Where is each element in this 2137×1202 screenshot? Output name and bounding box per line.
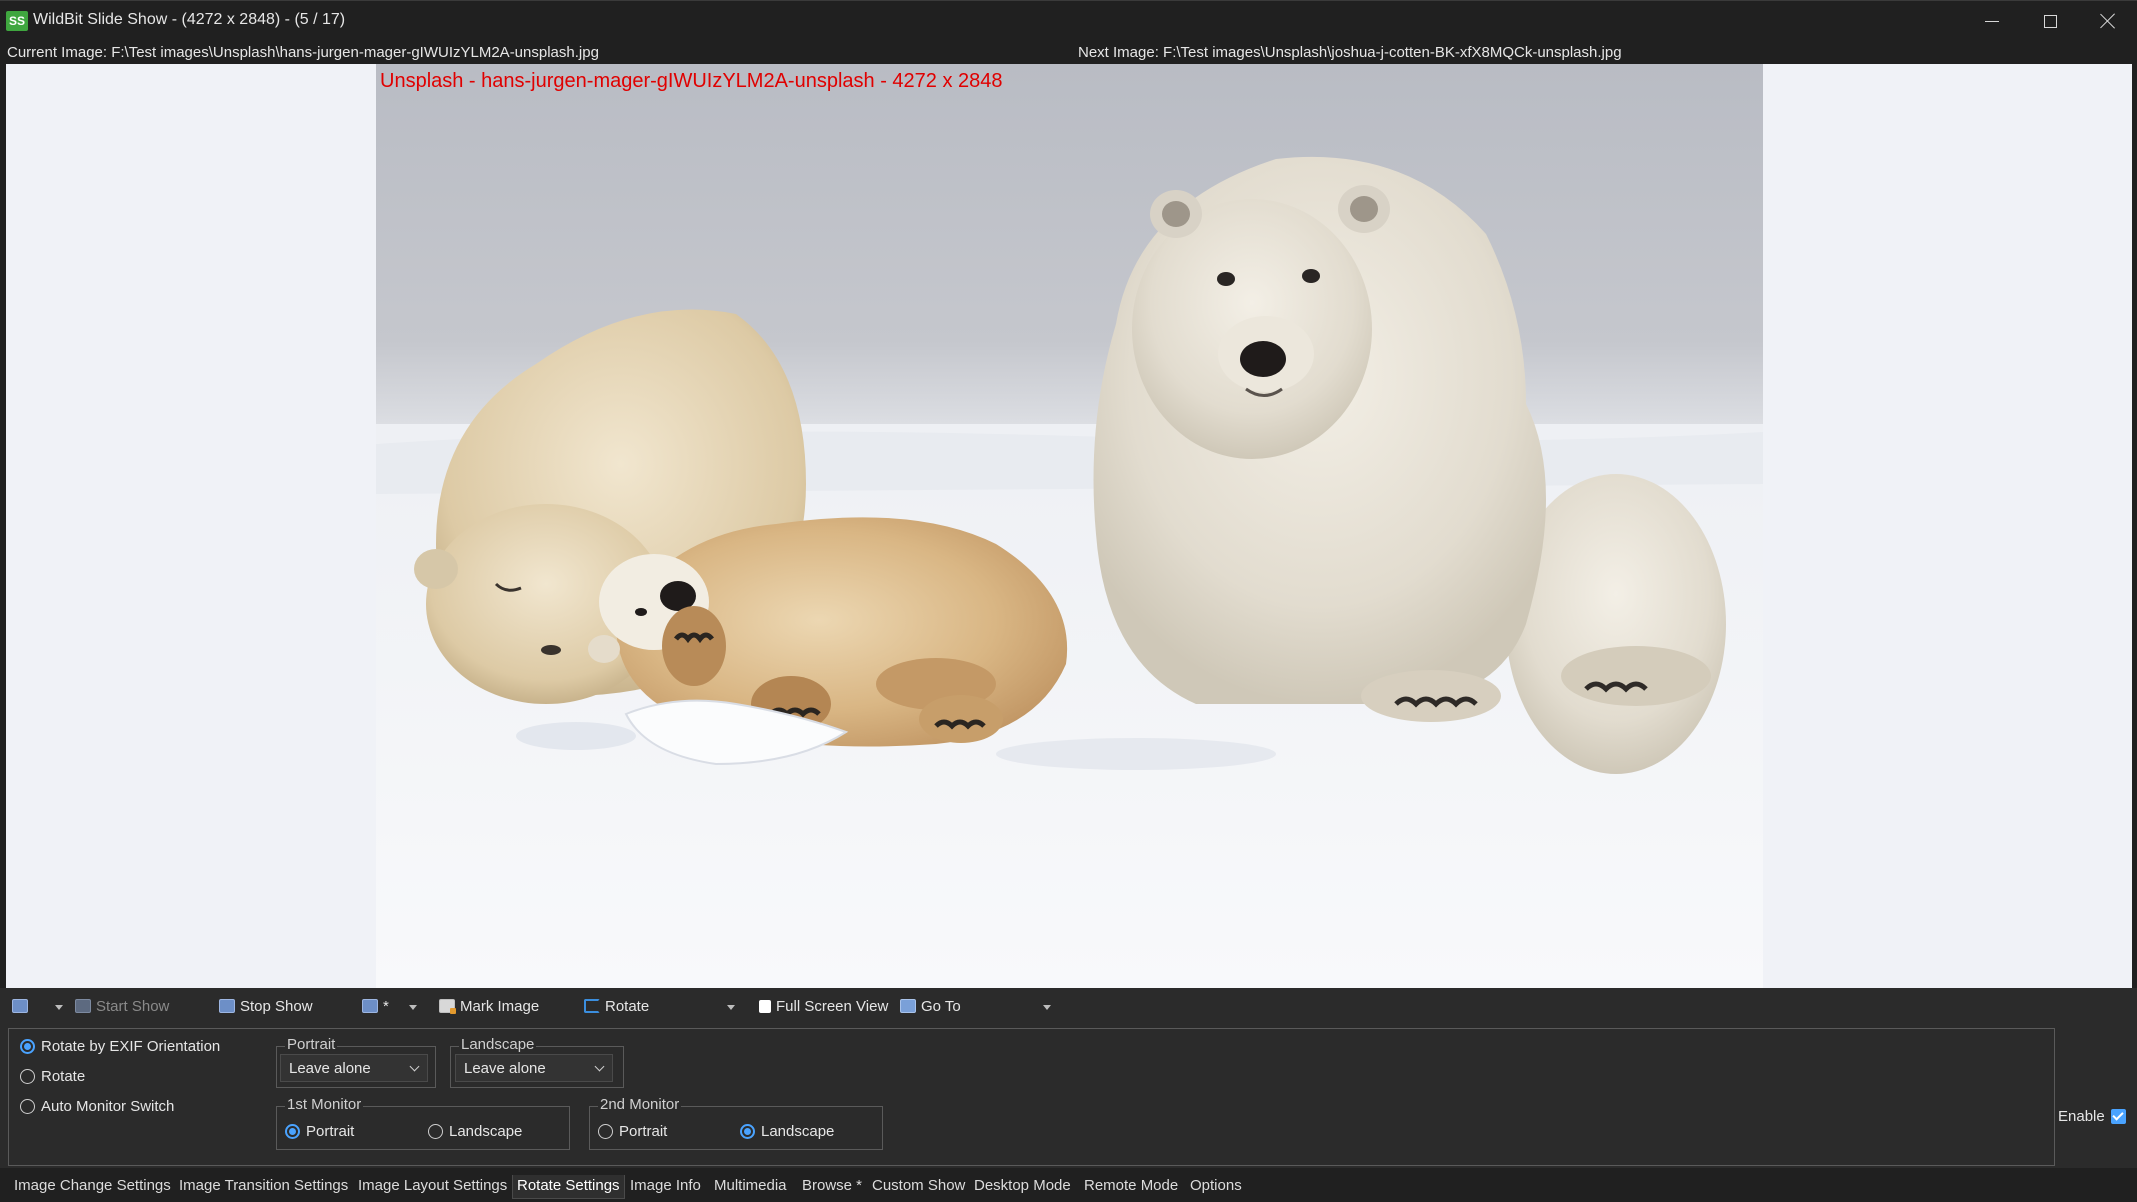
tab-options[interactable]: Options xyxy=(1186,1175,1246,1199)
maximize-button[interactable] xyxy=(2021,1,2079,41)
polar-bears-photo xyxy=(376,156,1763,988)
monitor2-radio-portrait[interactable]: Portrait xyxy=(598,1123,667,1140)
close-icon xyxy=(2100,13,2116,29)
rotate-button[interactable]: Rotate xyxy=(584,996,649,1016)
close-button[interactable] xyxy=(2079,1,2137,41)
tab-custom-show[interactable]: Custom Show xyxy=(868,1175,969,1199)
monitor1-radio-portrait[interactable]: Portrait xyxy=(285,1123,354,1140)
minimize-icon xyxy=(1985,20,1999,22)
radio-indicator xyxy=(740,1124,755,1139)
next-image-path: Next Image: F:\Test images\Unsplash\josh… xyxy=(1078,44,1622,61)
settings-tab-bar: Image Change Settings Image Transition S… xyxy=(0,1168,2137,1202)
tab-rotate-settings[interactable]: Rotate Settings xyxy=(512,1175,625,1199)
rotate-icon xyxy=(584,999,600,1013)
radio-indicator xyxy=(20,1069,35,1084)
radio-indicator xyxy=(428,1124,443,1139)
radio-label: Portrait xyxy=(306,1123,355,1140)
mark-image-button[interactable]: Mark Image xyxy=(439,996,539,1016)
radio-label: Landscape xyxy=(761,1123,835,1140)
radio-label: Portrait xyxy=(619,1123,668,1140)
stop-show-icon xyxy=(219,999,235,1013)
slideshow-screen-icon xyxy=(362,999,378,1013)
radio-auto-monitor-switch[interactable]: Auto Monitor Switch xyxy=(20,1098,174,1115)
maximize-icon xyxy=(2043,14,2057,28)
radio-rotate-exif[interactable]: Rotate by EXIF Orientation xyxy=(20,1038,220,1055)
landscape-select[interactable]: Leave alone xyxy=(455,1054,613,1082)
slideshow-screen-icon xyxy=(12,999,28,1013)
chevron-down-icon[interactable] xyxy=(727,1005,735,1010)
radio-indicator xyxy=(285,1124,300,1139)
chevron-down-icon[interactable] xyxy=(409,1005,417,1010)
tab-image-transition-settings[interactable]: Image Transition Settings xyxy=(175,1175,352,1199)
radio-label: Landscape xyxy=(449,1123,523,1140)
slideshow-display[interactable]: Unsplash - hans-jurgen-mager-gIWUIzYLM2A… xyxy=(6,64,2132,988)
app-icon: SS xyxy=(6,11,28,31)
tab-image-info[interactable]: Image Info xyxy=(626,1175,705,1199)
start-show-button[interactable]: Start Show xyxy=(75,996,169,1016)
monitor1-group-label: 1st Monitor xyxy=(285,1096,364,1113)
mark-image-label: Mark Image xyxy=(460,997,540,1015)
portrait-select[interactable]: Leave alone xyxy=(280,1054,428,1082)
tab-multimedia[interactable]: Multimedia xyxy=(710,1175,791,1199)
tab-image-layout-settings[interactable]: Image Layout Settings xyxy=(354,1175,511,1199)
start-show-label: Start Show xyxy=(96,997,170,1015)
stop-show-label: Stop Show xyxy=(240,997,313,1015)
path-bar: Current Image: F:\Test images\Unsplash\h… xyxy=(0,40,2137,64)
monitor2-group-label: 2nd Monitor xyxy=(598,1096,682,1113)
checkbox-checked-icon xyxy=(2110,1109,2126,1124)
full-screen-icon xyxy=(759,999,771,1013)
radio-label: Auto Monitor Switch xyxy=(41,1098,175,1115)
portrait-group-label: Portrait xyxy=(285,1036,338,1053)
title-bar: SS WildBit Slide Show - (4272 x 2848) - … xyxy=(0,0,2137,40)
tab-browse[interactable]: Browse * xyxy=(798,1175,866,1199)
tab-remote-mode[interactable]: Remote Mode xyxy=(1080,1175,1182,1199)
full-screen-label: Full Screen View xyxy=(776,997,889,1015)
radio-label: Rotate xyxy=(41,1068,86,1085)
mark-image-icon xyxy=(439,999,456,1014)
rotate-settings-panel: Rotate by EXIF Orientation Rotate Auto M… xyxy=(0,1022,2137,1168)
go-to-label: Go To xyxy=(921,997,961,1015)
window-title: WildBit Slide Show - (4272 x 2848) - (5 … xyxy=(33,11,346,28)
portrait-select-value: Leave alone xyxy=(289,1060,371,1077)
chevron-down-icon[interactable] xyxy=(1043,1005,1051,1010)
slideshow-menu-button[interactable] xyxy=(12,996,33,1016)
radio-label: Rotate by EXIF Orientation xyxy=(41,1038,221,1055)
rotate-label: Rotate xyxy=(605,997,650,1015)
radio-rotate[interactable]: Rotate xyxy=(20,1068,85,1085)
go-to-icon xyxy=(900,999,916,1013)
chevron-down-icon xyxy=(594,1061,605,1072)
stop-show-button[interactable]: Stop Show xyxy=(219,996,313,1016)
radio-indicator xyxy=(20,1099,35,1114)
start-show-icon xyxy=(75,999,91,1013)
current-image-path: Current Image: F:\Test images\Unsplash\h… xyxy=(7,44,599,61)
current-image: Unsplash - hans-jurgen-mager-gIWUIzYLM2A… xyxy=(376,64,1763,988)
landscape-group-label: Landscape xyxy=(459,1036,537,1053)
tab-image-change-settings[interactable]: Image Change Settings xyxy=(10,1175,175,1199)
chevron-down-icon xyxy=(409,1061,420,1072)
radio-indicator xyxy=(20,1039,35,1054)
monitor1-radio-landscape[interactable]: Landscape xyxy=(428,1123,522,1140)
radio-indicator xyxy=(598,1124,613,1139)
chevron-down-icon[interactable] xyxy=(55,1005,63,1010)
enable-label: Enable xyxy=(2058,1108,2105,1125)
minimize-button[interactable] xyxy=(1963,1,2021,41)
enable-checkbox[interactable]: Enable xyxy=(2058,1108,2126,1125)
monitor2-radio-landscape[interactable]: Landscape xyxy=(740,1123,834,1140)
go-to-button[interactable]: Go To xyxy=(900,996,961,1016)
toolbar: Start Show Stop Show * Mark Image Rotate… xyxy=(0,988,2137,1022)
image-overlay-caption: Unsplash - hans-jurgen-mager-gIWUIzYLM2A… xyxy=(380,70,1003,92)
display-options-label: * xyxy=(383,997,389,1015)
display-options-button[interactable]: * xyxy=(362,996,389,1016)
landscape-select-value: Leave alone xyxy=(464,1060,546,1077)
full-screen-view-button[interactable]: Full Screen View xyxy=(759,996,888,1016)
tab-desktop-mode[interactable]: Desktop Mode xyxy=(970,1175,1075,1199)
